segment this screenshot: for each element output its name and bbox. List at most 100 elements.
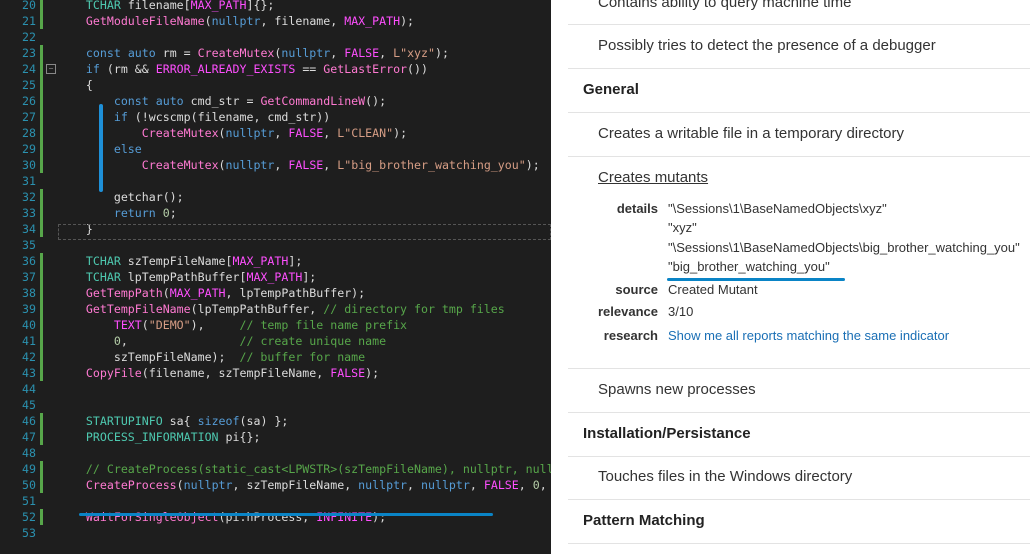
line-number: 29 [22,142,36,156]
code-line[interactable]: 27 if (!wcscmp(filename, cmd_str)) [0,109,551,125]
code-text: const auto cmd_str = GetCommandLineW(); [113,94,387,108]
change-marker [40,61,43,77]
line-number: 48 [22,446,36,460]
code-editor[interactable]: 20 TCHAR filename[MAX_PATH]{}; 21 GetModu… [0,0,551,554]
report-item-windows-dir[interactable]: Touches files in the Windows directory [598,468,852,485]
code-line[interactable]: 52 WaitForSingleObject(pi.hProcess, INFI… [0,509,551,525]
code-text: // CreateProcess(static_cast<LPWSTR>(szT… [85,462,551,476]
code-line[interactable]: 37 TCHAR lpTempPathBuffer[MAX_PATH]; [0,269,551,285]
change-marker [40,317,43,333]
change-marker [40,269,43,285]
code-text: szTempFileName); // buffer for name [58,350,366,364]
code-line[interactable]: 38 GetTempPath(MAX_PATH, lpTempPathBuffe… [0,285,551,301]
line-number: 31 [22,174,36,188]
fold-toggle-icon[interactable]: − [46,64,56,74]
code-line[interactable]: 30 CreateMutex(nullptr, FALSE, L"big_bro… [0,157,551,173]
line-number: 24 [22,62,36,76]
line-number: 42 [22,350,36,364]
change-marker [40,93,43,109]
change-marker [40,301,43,317]
code-line[interactable]: 31 [0,173,551,189]
report-item-creates-mutants[interactable]: Creates mutants [598,169,708,186]
details-value-3: "\Sessions\1\BaseNamedObjects\big_brothe… [668,240,1020,255]
change-marker [40,109,43,125]
section-general: General [583,81,639,98]
change-marker [40,189,43,205]
line-number: 20 [22,0,36,12]
code-text: PROCESS_INFORMATION pi{}; [85,430,261,444]
code-line[interactable]: 47 PROCESS_INFORMATION pi{}; [0,429,551,445]
code-text: GetTempPath(MAX_PATH, lpTempPathBuffer); [85,286,366,300]
change-marker [40,13,43,29]
line-number: 53 [22,526,36,540]
code-text: if (rm && ERROR_ALREADY_EXISTS == GetLas… [85,62,428,76]
panel-divider [551,0,568,554]
code-line[interactable]: 35 [0,237,551,253]
code-line[interactable]: 39 GetTempFileName(lpTempPathBuffer, // … [0,301,551,317]
code-line[interactable]: 43 CopyFile(filename, szTempFileName, FA… [0,365,551,381]
divider [568,499,1030,500]
report-item-debugger[interactable]: Possibly tries to detect the presence of… [598,37,936,54]
code-line[interactable]: 49 // CreateProcess(static_cast<LPWSTR>(… [0,461,551,477]
code-text: CreateMutex(nullptr, FALSE, L"big_brothe… [141,158,540,172]
code-line[interactable]: 46 STARTUPINFO sa{ sizeof(sa) }; [0,413,551,429]
code-text: { [58,78,93,92]
code-line[interactable]: 24− if (rm && ERROR_ALREADY_EXISTS == Ge… [0,61,551,77]
code-line[interactable]: 33 return 0; [0,205,551,221]
code-line[interactable]: 20 TCHAR filename[MAX_PATH]{}; [0,0,551,13]
divider [568,368,1030,369]
code-line[interactable]: 36 TCHAR szTempFileName[MAX_PATH]; [0,253,551,269]
section-pattern-matching: Pattern Matching [583,512,705,529]
code-line[interactable]: 51 [0,493,551,509]
details-value-1: "\Sessions\1\BaseNamedObjects\xyz" [668,201,887,216]
line-number: 37 [22,270,36,284]
line-number: 40 [22,318,36,332]
code-line[interactable]: 42 szTempFileName); // buffer for name [0,349,551,365]
code-text: getchar(); [58,190,184,204]
code-line[interactable]: 53 [0,525,551,541]
line-number: 33 [22,206,36,220]
change-marker [40,253,43,269]
change-marker [40,157,43,173]
code-text: return 0; [113,206,177,220]
code-text: CreateMutex(nullptr, FALSE, L"CLEAN"); [141,126,408,140]
line-number: 51 [22,494,36,508]
code-line[interactable]: 32 getchar(); [0,189,551,205]
divider [568,543,1030,544]
report-item-query-time[interactable]: Contains ability to query machine time [598,0,851,11]
report-item-temp-file[interactable]: Creates a writable file in a temporary d… [598,125,904,142]
line-number: 23 [22,46,36,60]
code-line[interactable]: 21 GetModuleFileName(nullptr, filename, … [0,13,551,29]
research-link[interactable]: Show me all reports matching the same in… [668,328,949,343]
code-line[interactable]: 28 CreateMutex(nullptr, FALSE, L"CLEAN")… [0,125,551,141]
line-number: 46 [22,414,36,428]
code-line[interactable]: 34 } [0,221,551,237]
code-text: GetModuleFileName(nullptr, filename, MAX… [85,14,415,28]
code-line[interactable]: 22 [0,29,551,45]
code-line[interactable]: 44 [0,381,551,397]
code-text: STARTUPINFO sa{ sizeof(sa) }; [85,414,289,428]
code-line[interactable]: 48 [0,445,551,461]
code-line[interactable]: 45 [0,397,551,413]
code-line[interactable]: 23 const auto rm = CreateMutex(nullptr, … [0,45,551,61]
line-number: 45 [22,398,36,412]
code-line[interactable]: 50 CreateProcess(nullptr, szTempFileName… [0,477,551,493]
change-marker [40,141,43,157]
code-line[interactable]: 29 else [0,141,551,157]
divider [568,412,1030,413]
line-number: 21 [22,14,36,28]
line-number: 34 [22,222,36,236]
code-line[interactable]: 41 0, // create unique name [0,333,551,349]
code-line[interactable]: 25 { [0,77,551,93]
section-installation: Installation/Persistance [583,425,751,442]
code-line[interactable]: 40 TEXT("DEMO"), // temp file name prefi… [0,317,551,333]
line-number: 38 [22,286,36,300]
divider [568,68,1030,69]
code-line[interactable]: 26 const auto cmd_str = GetCommandLineW(… [0,93,551,109]
change-marker [40,509,43,525]
research-label: research [603,328,658,343]
change-marker [40,461,43,477]
line-number: 47 [22,430,36,444]
change-marker [40,429,43,445]
report-item-spawns[interactable]: Spawns new processes [598,381,756,398]
